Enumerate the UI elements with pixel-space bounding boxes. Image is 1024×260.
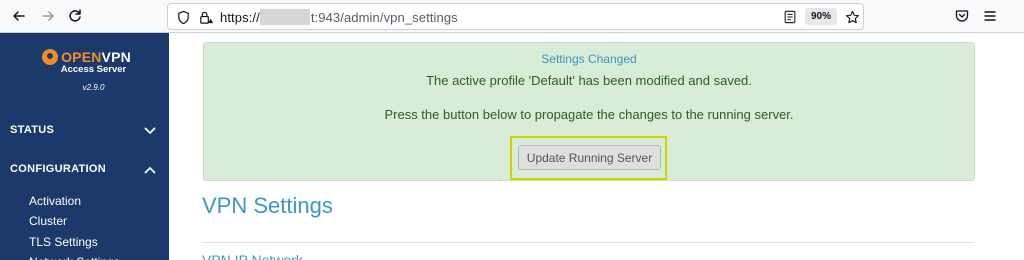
pocket-icon — [955, 10, 969, 22]
sidebar: OPEN VPN Access Server v2.9.0 STATUS CONF… — [0, 33, 169, 260]
version-label: v2.9.0 — [82, 83, 105, 92]
update-running-server-button[interactable]: Update Running Server — [518, 145, 661, 170]
sidebar-section-label: CONFIGURATION — [10, 163, 106, 175]
logo-text-open: OPEN — [61, 49, 102, 65]
reload-icon — [69, 9, 81, 22]
back-button[interactable] — [7, 4, 31, 28]
logo-subtitle: Access Server — [60, 64, 127, 75]
sidebar-item-tls-settings[interactable]: TLS Settings — [29, 235, 98, 249]
url-scheme: https:// — [220, 10, 260, 25]
alert-instruction: Press the button below to propagate the … — [384, 107, 794, 122]
reader-view-icon[interactable] — [782, 9, 798, 25]
url-host-redacted — [259, 9, 310, 25]
alert-title: Settings Changed — [541, 52, 637, 66]
button-highlight: Update Running Server — [510, 136, 667, 180]
shield-icon[interactable] — [175, 9, 191, 25]
sidebar-item-activation[interactable]: Activation — [29, 194, 81, 208]
page-title: VPN Settings — [202, 193, 333, 218]
lock-warning-icon[interactable] — [197, 9, 213, 25]
arrow-left-icon — [13, 11, 25, 21]
bookmark-star-icon[interactable] — [844, 9, 860, 25]
section-heading-vpn-ip-network: VPN IP Network — [202, 252, 303, 260]
url-bar[interactable]: https:// t:943/admin/vpn_settings 90% — [167, 3, 864, 30]
sidebar-item-network-settings[interactable]: Network Settings — [29, 255, 120, 260]
pocket-button[interactable] — [950, 4, 974, 28]
chevron-up-icon — [144, 167, 156, 174]
forward-button[interactable] — [36, 4, 60, 28]
url-text: https:// t:943/admin/vpn_settings — [220, 9, 458, 25]
url-path: t:943/admin/vpn_settings — [310, 10, 458, 25]
section-divider — [202, 242, 974, 243]
sidebar-item-cluster[interactable]: Cluster — [29, 214, 67, 228]
sidebar-section-label: STATUS — [10, 124, 55, 136]
sidebar-section-configuration[interactable]: CONFIGURATION — [0, 160, 169, 180]
sidebar-section-status[interactable]: STATUS — [0, 121, 169, 141]
browser-toolbar: https:// t:943/admin/vpn_settings 90% — [0, 0, 1024, 33]
alert-message: The active profile 'Default' has been mo… — [426, 73, 752, 88]
hamburger-menu-icon — [984, 11, 996, 21]
reload-button[interactable] — [63, 4, 87, 28]
app-menu-button[interactable] — [978, 4, 1002, 28]
chevron-down-icon — [144, 127, 156, 134]
logo-text-vpn: VPN — [101, 49, 131, 65]
settings-changed-alert: Settings Changed The active profile 'Def… — [203, 42, 975, 181]
zoom-level-badge[interactable]: 90% — [805, 8, 837, 25]
openvpn-mark-icon — [42, 49, 59, 65]
arrow-right-icon — [42, 11, 54, 21]
openvpn-logo[interactable]: OPEN VPN Access Server v2.9.0 — [0, 49, 169, 92]
